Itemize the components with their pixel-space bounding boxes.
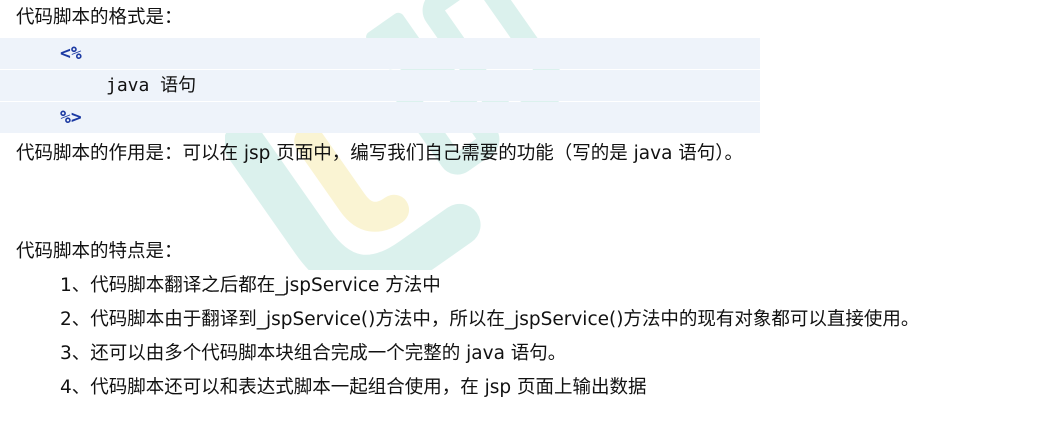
code-row-open: <%: [0, 38, 760, 69]
feature-item-3: 3、还可以由多个代码脚本块组合完成一个完整的 java 语句。: [60, 343, 567, 364]
feature-item-1: 1、代码脚本翻译之后都在_jspService 方法中: [60, 275, 441, 296]
feature-item-4: 4、代码脚本还可以和表达式脚本一起组合使用，在 jsp 页面上输出数据: [60, 377, 647, 398]
code-open-tag: <%: [60, 43, 82, 64]
code-row-statement: java 语句: [0, 70, 760, 101]
features-heading: 代码脚本的特点是：: [16, 241, 183, 262]
format-heading: 代码脚本的格式是：: [16, 7, 183, 28]
code-row-close: %>: [0, 102, 760, 133]
code-statement: java 语句: [106, 75, 197, 96]
code-close-tag: %>: [60, 107, 82, 128]
feature-item-2: 2、代码脚本由于翻译到_jspService()方法中，所以在_jspServi…: [60, 309, 920, 330]
purpose-text: 代码脚本的作用是：可以在 jsp 页面中，编写我们自己需要的功能（写的是 jav…: [16, 143, 744, 164]
